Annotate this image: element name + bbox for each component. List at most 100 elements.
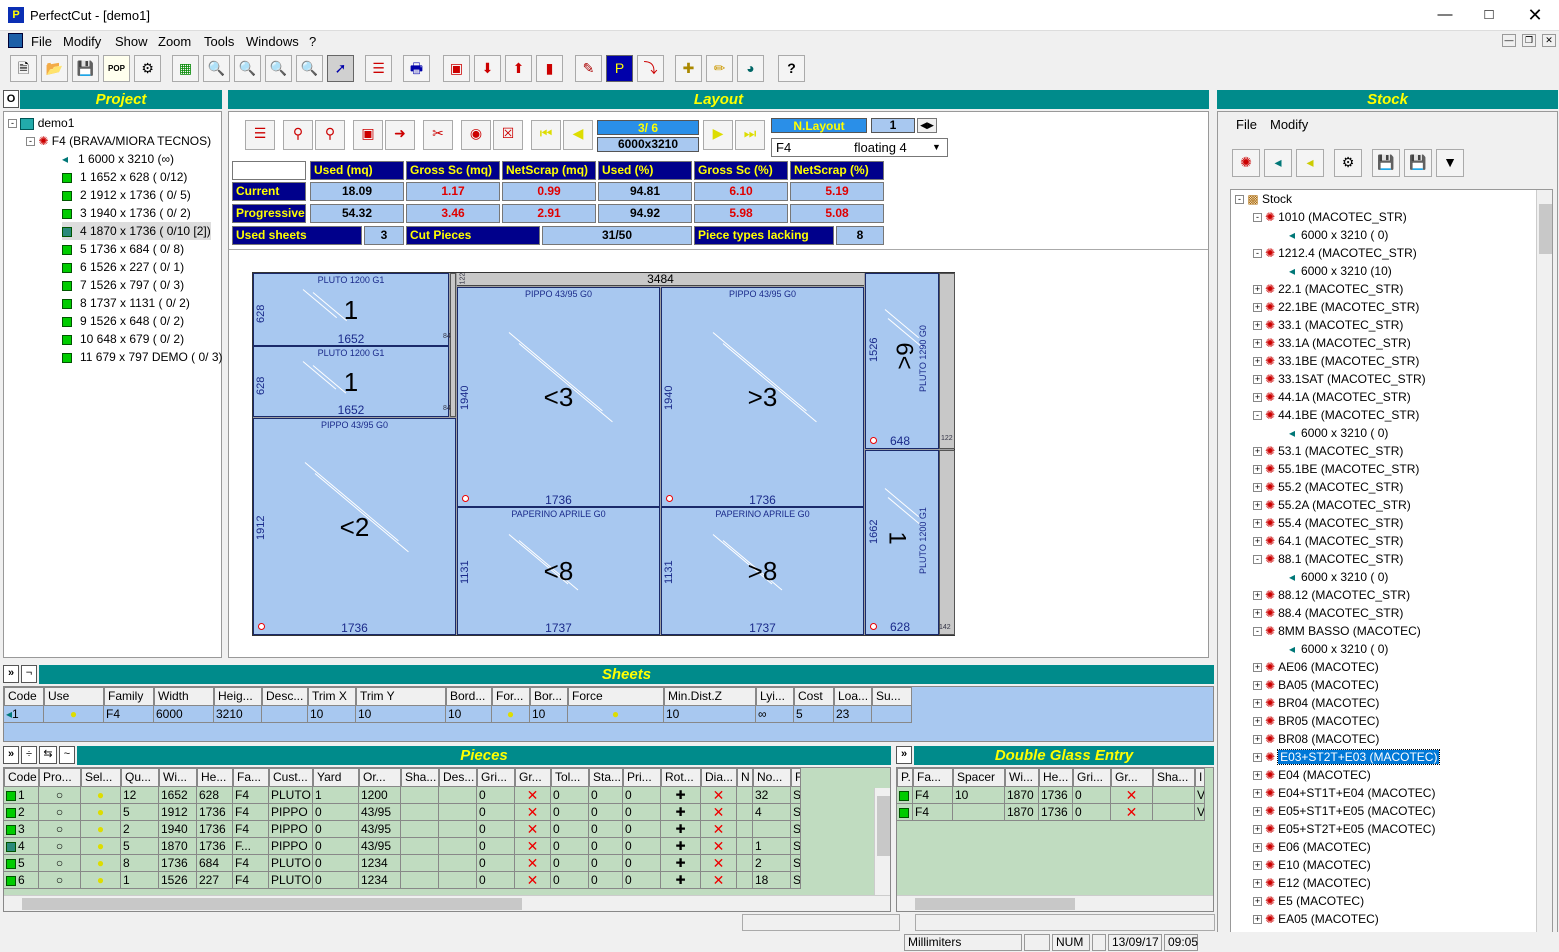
sheet-cell[interactable] xyxy=(872,706,912,723)
expand-icon[interactable]: - xyxy=(1253,249,1262,259)
tree-piece[interactable]: 2 1912 x 1736 ( 0/ 5) xyxy=(62,186,191,204)
mdi-close-icon[interactable]: ✕ xyxy=(1542,34,1556,47)
ruler-icon[interactable]: ☰ xyxy=(365,55,392,82)
stock-family-item[interactable]: + ✺ E05+ST1T+E05 (MACOTEC) xyxy=(1253,802,1435,820)
grid-cell[interactable]: 1940 xyxy=(159,821,197,838)
double-glass-expand-button[interactable]: » xyxy=(896,746,912,764)
column-header[interactable]: Sel... xyxy=(81,768,121,787)
stock-family-item[interactable]: + ✺ E03+ST2T+E03 (MACOTEC) xyxy=(1253,748,1441,766)
stock-new-family-icon[interactable]: ✺ xyxy=(1232,149,1260,177)
expand-icon[interactable]: + xyxy=(1253,591,1262,601)
sheet-cell[interactable]: 10 xyxy=(446,706,492,723)
grid-cell[interactable] xyxy=(439,872,477,889)
double-glass-hscroll[interactable] xyxy=(897,895,1213,911)
stock-sheet-item[interactable]: ◂ 6000 x 3210 ( 0) xyxy=(1289,640,1388,658)
pieces-hscroll-thumb[interactable] xyxy=(22,898,522,910)
expand-icon[interactable]: + xyxy=(1253,699,1262,709)
column-header[interactable]: Gri... xyxy=(1073,768,1111,787)
column-header[interactable]: Lyi... xyxy=(756,687,794,706)
stock-sheet-item[interactable]: ◂ 6000 x 3210 ( 0) xyxy=(1289,424,1388,442)
grid-cell[interactable]: 0 xyxy=(551,787,589,804)
grid-cell[interactable]: 0 xyxy=(1073,787,1111,804)
grid-cell[interactable] xyxy=(401,787,439,804)
layout-piece[interactable]: PLUTO 1290 G0 6< 1526 648 xyxy=(865,273,939,449)
grid-cell[interactable]: 1234 xyxy=(359,855,401,872)
grid-cell[interactable]: 0 xyxy=(589,787,623,804)
stock-family-item[interactable]: + ✺ 55.2A (MACOTEC_STR) xyxy=(1253,496,1411,514)
grid-cell[interactable]: ✕ xyxy=(701,821,737,838)
grid-cell[interactable]: PLUTO xyxy=(269,855,313,872)
expand-icon[interactable]: + xyxy=(1253,483,1262,493)
zoom-window-icon[interactable]: 🔍 xyxy=(296,55,323,82)
stock-family-item[interactable]: + ✺ EA05 (MACOTEC) xyxy=(1253,910,1379,928)
grid-cell[interactable]: ✕ xyxy=(701,855,737,872)
pieces-vscroll-thumb[interactable] xyxy=(877,796,890,856)
grid-cell[interactable]: 43/95 xyxy=(359,804,401,821)
cut-line-icon[interactable]: ✚ xyxy=(675,55,702,82)
column-header[interactable]: Desc... xyxy=(262,687,308,706)
grid-cell[interactable]: ✚ xyxy=(661,838,701,855)
grid-cell[interactable]: ○ xyxy=(39,838,81,855)
stock-family-item[interactable]: + ✺ E06 (MACOTEC) xyxy=(1253,838,1371,856)
arch-icon[interactable]: ◕ xyxy=(737,55,764,82)
column-header[interactable]: He... xyxy=(197,768,233,787)
grid-cell[interactable]: ✕ xyxy=(515,787,551,804)
tree-piece[interactable]: 6 1526 x 227 ( 0/ 1) xyxy=(62,258,184,276)
stock-sheet-item[interactable]: ◂ 6000 x 3210 (10) xyxy=(1289,262,1392,280)
grid-cell[interactable]: 0 xyxy=(313,855,359,872)
grid-cell[interactable] xyxy=(897,804,913,821)
perfectcut-logo-icon[interactable]: P xyxy=(606,55,633,82)
column-header[interactable]: Qu... xyxy=(121,768,159,787)
stock-family-item[interactable]: + ✺ E10 (MACOTEC) xyxy=(1253,856,1371,874)
layout-piece[interactable]: PIPPO 43/95 G0 <3 1736 1940 xyxy=(457,287,660,507)
stock-sheet-item[interactable]: ◂ 6000 x 3210 ( 0) xyxy=(1289,226,1388,244)
grid-cell[interactable]: 2 xyxy=(121,821,159,838)
sheet-cell[interactable]: ∞ xyxy=(756,706,794,723)
stock-family-item[interactable]: + ✺ 33.1A (MACOTEC_STR) xyxy=(1253,334,1411,352)
grid-cell[interactable]: PLUTO xyxy=(269,787,313,804)
grid-cell[interactable]: 0 xyxy=(551,855,589,872)
cutting-sheet[interactable]: 3484 PLUTO 1200 G1 1 1652 628 PLUTO 1200 G1 1 1… xyxy=(252,272,955,636)
menu-zoom[interactable]: Zoom xyxy=(158,34,191,49)
stock-family-item[interactable]: + ✺ 88.4 (MACOTEC_STR) xyxy=(1253,604,1403,622)
grid-cell[interactable] xyxy=(401,838,439,855)
grid-cell[interactable]: 1912 xyxy=(159,804,197,821)
expand-icon[interactable]: + xyxy=(1253,681,1262,691)
expand-icon[interactable]: + xyxy=(1253,843,1262,853)
grid-cell[interactable]: 0 xyxy=(589,855,623,872)
grid-cell[interactable]: ○ xyxy=(39,855,81,872)
expand-icon[interactable]: + xyxy=(1253,609,1262,619)
grid-cell[interactable] xyxy=(1153,804,1195,821)
import-icon[interactable]: ➜ xyxy=(385,120,415,150)
grid-cell[interactable]: 0 xyxy=(551,838,589,855)
save-icon[interactable]: 💾 xyxy=(72,55,99,82)
grid-cell[interactable] xyxy=(753,821,791,838)
sheet-cell[interactable]: 23 xyxy=(834,706,872,723)
stock-save-up-icon[interactable]: 💾 xyxy=(1404,149,1432,177)
expand-icon[interactable]: ▣ xyxy=(353,120,383,150)
grid-cell[interactable]: 1 xyxy=(4,787,39,804)
grid-cell[interactable]: F4 xyxy=(233,787,269,804)
grid-cell[interactable]: 1 xyxy=(121,872,159,889)
column-header[interactable]: Code xyxy=(4,768,39,787)
layout-list-icon[interactable]: ☰ xyxy=(245,120,275,150)
grid-cell[interactable]: F4 xyxy=(233,821,269,838)
grid-cell[interactable]: 0 xyxy=(623,821,661,838)
sheet-cell[interactable]: ● xyxy=(568,706,664,723)
grid-cell[interactable]: V xyxy=(1195,804,1205,821)
grid-cell[interactable]: ✕ xyxy=(515,821,551,838)
column-header[interactable]: Min.Dist.Z xyxy=(664,687,756,706)
grid-cell[interactable] xyxy=(439,804,477,821)
grid-cell[interactable]: 0 xyxy=(313,872,359,889)
grid-cell[interactable]: 0 xyxy=(313,821,359,838)
tree-piece[interactable]: 4 1870 x 1736 ( 0/10 [2]) xyxy=(62,222,211,240)
grid-cell[interactable]: V xyxy=(1195,787,1205,804)
mdi-minimize-icon[interactable]: — xyxy=(1502,34,1516,47)
grid-cell[interactable]: 227 xyxy=(197,872,233,889)
grid-cell[interactable]: ✚ xyxy=(661,804,701,821)
stock-disk-icon[interactable]: ⚙ xyxy=(134,55,161,82)
grid-cell[interactable]: 43/95 xyxy=(359,821,401,838)
grid-cell[interactable] xyxy=(897,787,913,804)
grid-cell[interactable]: F... xyxy=(233,838,269,855)
column-header[interactable]: Cust... xyxy=(269,768,313,787)
